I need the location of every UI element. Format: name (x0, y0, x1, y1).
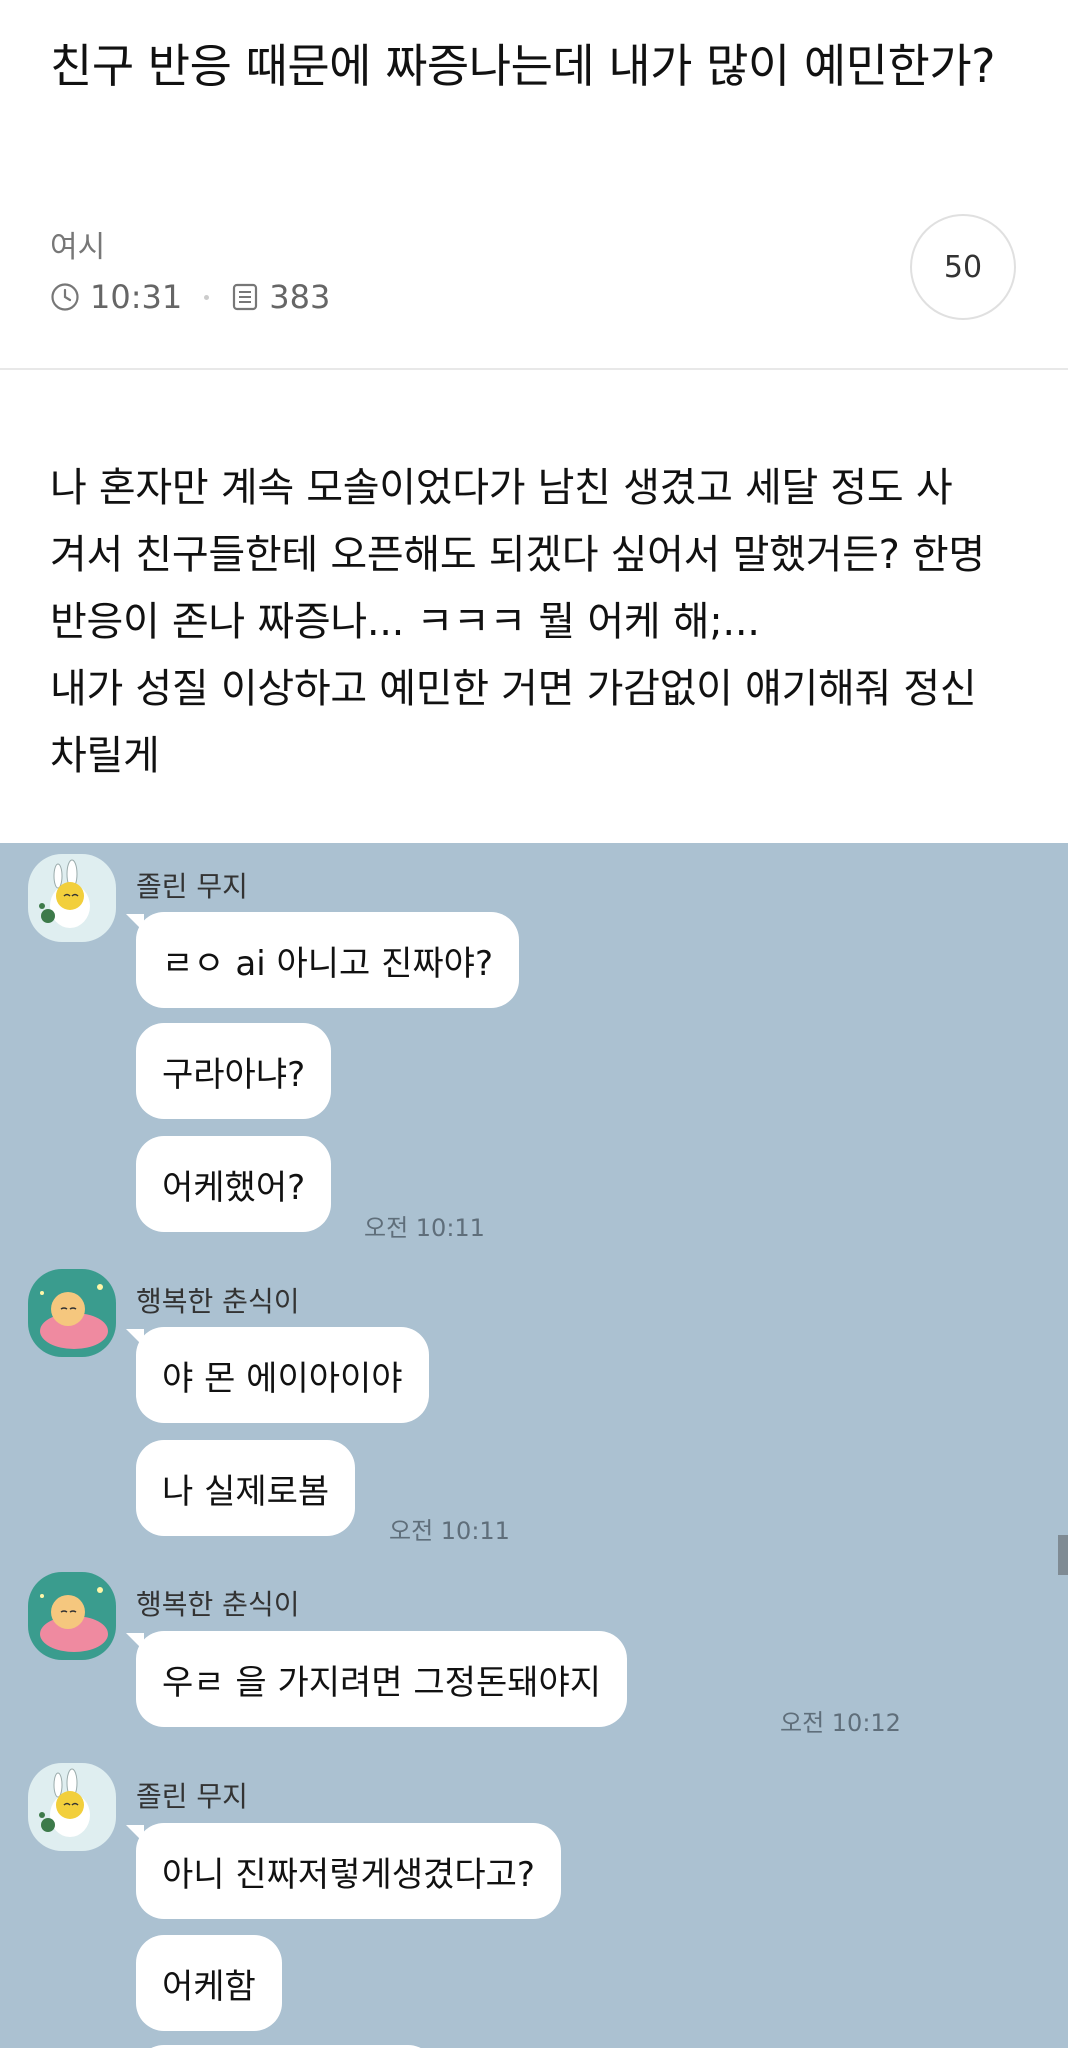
chat-screenshot: 졸린 무지 ㄹㅇ ai 아니고 진짜야? 구라아냐? 어케했어? 오전 10:1… (0, 843, 1068, 2048)
post-time: 10:31 (90, 278, 183, 316)
choonsik-avatar-icon (28, 1572, 116, 1660)
post-views: 383 (269, 278, 331, 316)
sender-name: 졸린 무지 (136, 870, 248, 903)
chat-bubble: ㄹㅇ ai 아니고 진짜야? (136, 912, 519, 1008)
scrollbar-thumb[interactable] (1058, 1535, 1068, 1575)
post-header: 친구 반응 때문에 짜증나는데 내가 많이 예민한가? 여시 10:31 383… (0, 0, 1068, 370)
message-time: 오전 10:11 (364, 1214, 485, 1242)
chat-bubble: 야 몬 에이아이야 (136, 1327, 429, 1423)
sender-name: 행복한 춘식이 (136, 1285, 300, 1318)
post-title: 친구 반응 때문에 짜증나는데 내가 많이 예민한가? (50, 39, 996, 93)
meta-separator (204, 294, 210, 300)
message-time: 오전 10:12 (780, 1709, 901, 1737)
muzi-avatar-icon (28, 1763, 116, 1851)
sender-name: 행복한 춘식이 (136, 1588, 300, 1621)
clock-icon (50, 282, 80, 312)
chat-bubble: 아니 진짜저렇게생겼다고? (136, 1823, 561, 1919)
document-icon (231, 282, 259, 312)
chat-bubble: 우ㄹ 을 가지려면 그정돈돼야지 (136, 1631, 628, 1727)
comment-count-button[interactable]: 50 (910, 214, 1016, 320)
post-author[interactable]: 여시 (50, 222, 105, 266)
chat-bubble: 구라아냐? (136, 1023, 332, 1119)
chat-bubble: 어케함 (136, 1935, 282, 2031)
message-time: 오전 10:11 (389, 1517, 510, 1545)
post-body: 나 혼자만 계속 모솔이었다가 남친 생겼고 세달 정도 사 겨서 친구들한테 … (50, 465, 985, 779)
sender-name: 졸린 무지 (136, 1780, 248, 1813)
chat-bubble: 나 실제로봄 (136, 1440, 356, 1536)
chat-bubble: 어케했어? (136, 1136, 332, 1232)
muzi-avatar-icon (28, 854, 116, 942)
choonsik-avatar-icon (28, 1269, 116, 1357)
post-meta: 10:31 383 (50, 278, 330, 316)
